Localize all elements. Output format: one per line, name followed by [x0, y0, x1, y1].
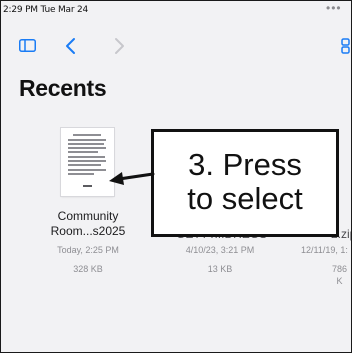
page-title: Recents [19, 75, 107, 101]
callout-line2: to select [187, 181, 303, 216]
thumb-footer-mark [83, 185, 92, 187]
thumb-line [68, 164, 101, 166]
instruction-callout: 3. Press to select [151, 129, 339, 237]
thumb-line [68, 173, 94, 175]
thumb-line [68, 169, 106, 171]
chevron-left-icon[interactable] [65, 37, 77, 55]
thumb-line [68, 160, 106, 162]
thumb-line [68, 143, 104, 145]
thumb-line [73, 134, 101, 136]
file-name-line1[interactable]: Community [28, 209, 148, 224]
thumb-line [68, 147, 106, 149]
file-size: 786 K [331, 264, 348, 286]
file-name-line2[interactable]: Room...s2025 [28, 224, 148, 239]
files-app-screen: 2:29 PM Tue Mar 24 ••• Recents Community… [0, 0, 352, 353]
thumb-line [68, 151, 98, 153]
multitasking-dots[interactable]: ••• [326, 1, 342, 15]
file-date: 4/10/23, 3:21 PM [185, 245, 255, 255]
file-date: Today, 2:25 PM [57, 245, 119, 255]
file-size: 13 KB [207, 264, 233, 274]
thumb-line [68, 139, 106, 141]
sidebar-toggle-icon[interactable] [19, 39, 36, 52]
status-time: 2:29 PM Tue Mar 24 [3, 5, 89, 15]
file-date: 12/11/19, 1: [301, 245, 348, 255]
file-size: 328 KB [73, 264, 103, 274]
callout-line1: 3. Press [188, 147, 302, 182]
grid-view-icon[interactable] [341, 38, 352, 54]
pointer-arrow-icon [109, 172, 155, 185]
thumb-line [68, 156, 105, 158]
chevron-right-icon[interactable] [113, 37, 125, 55]
